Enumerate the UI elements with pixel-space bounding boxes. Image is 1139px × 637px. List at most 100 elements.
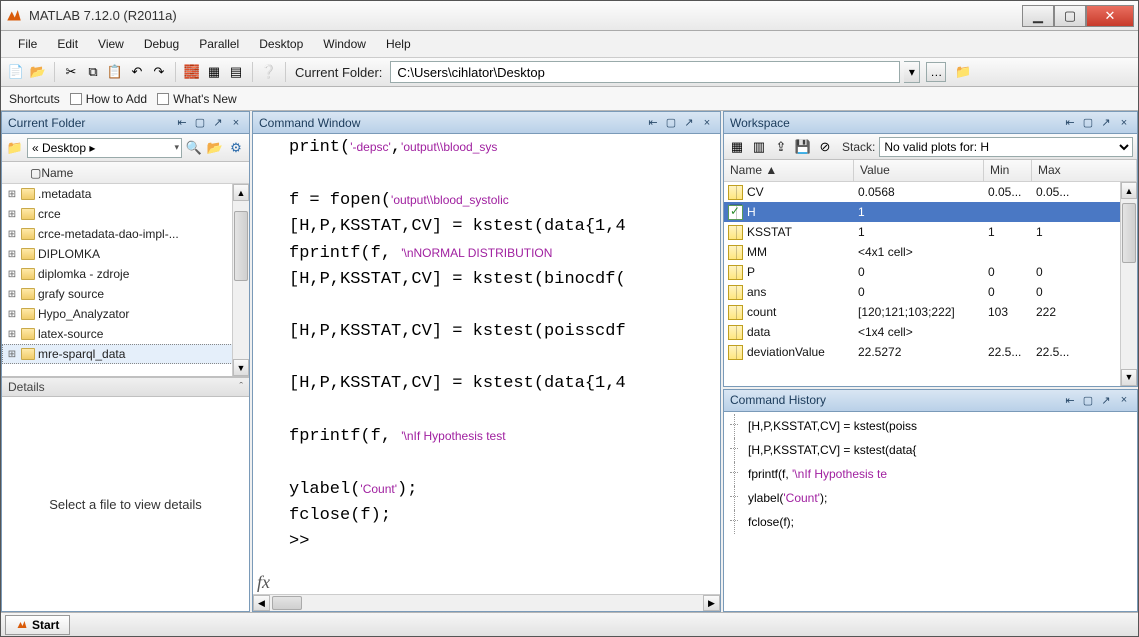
scroll-down-icon[interactable]: ▼ <box>233 359 249 376</box>
menu-view[interactable]: View <box>89 33 133 55</box>
expand-icon[interactable]: ⊞ <box>6 249 18 260</box>
expand-icon[interactable]: ⊞ <box>6 229 18 240</box>
expand-icon[interactable]: ⊞ <box>6 309 18 320</box>
guide-icon[interactable]: ▦ <box>205 63 223 81</box>
folder-up-icon[interactable]: 📁 <box>6 139 24 157</box>
pane-maximize-icon[interactable]: ▢ <box>193 116 207 130</box>
expand-icon[interactable]: ⊞ <box>6 289 18 300</box>
expand-icon[interactable]: ⊞ <box>6 329 18 340</box>
pane-close-icon[interactable]: × <box>229 116 243 130</box>
gear-icon[interactable]: ⚙ <box>227 139 245 157</box>
workspace-row[interactable]: ans000 <box>724 282 1137 302</box>
expand-icon[interactable]: ⊞ <box>6 349 18 360</box>
menu-window[interactable]: Window <box>314 33 375 55</box>
menu-parallel[interactable]: Parallel <box>190 33 248 55</box>
tree-row[interactable]: ⊞diplomka - zdroje <box>2 264 249 284</box>
workspace-row[interactable]: CV0.05680.05...0.05... <box>724 182 1137 202</box>
tree-row[interactable]: ⊞Hypo_Analyzator <box>2 304 249 324</box>
expand-icon[interactable]: ⊞ <box>6 269 18 280</box>
workspace-row[interactable]: H1 <box>724 202 1137 222</box>
ws-header-min[interactable]: Min <box>984 160 1032 181</box>
scroll-up-icon[interactable]: ▲ <box>233 184 249 201</box>
tree-row[interactable]: ⊞DIPLOMKA <box>2 244 249 264</box>
folder-actions-icon[interactable]: 📂 <box>206 139 224 157</box>
ws-header-name[interactable]: Name ▲ <box>724 160 854 181</box>
open-var-icon[interactable]: ▥ <box>750 138 768 156</box>
menu-file[interactable]: File <box>9 33 46 55</box>
new-var-icon[interactable]: ▦ <box>728 138 746 156</box>
tree-scrollbar[interactable]: ▲ ▼ <box>232 184 249 376</box>
tree-row[interactable]: ⊞latex-source <box>2 324 249 344</box>
workspace-row[interactable]: KSSTAT111 <box>724 222 1137 242</box>
pane-undock-icon[interactable]: ↗ <box>682 116 696 130</box>
menu-debug[interactable]: Debug <box>135 33 188 55</box>
search-icon[interactable]: 🔍 <box>185 139 203 157</box>
clear-ws-icon[interactable]: ⊘ <box>816 138 834 156</box>
command-window-hscroll[interactable]: ◀ ▶ <box>253 594 720 611</box>
paste-icon[interactable]: 📋 <box>106 63 124 81</box>
plot-select[interactable]: No valid plots for: H <box>879 137 1133 157</box>
tree-row[interactable]: ⊞mre-sparql_data <box>2 344 249 364</box>
workspace-row[interactable]: count[120;121;103;222]103222 <box>724 302 1137 322</box>
expand-icon[interactable]: ⊞ <box>6 209 18 220</box>
start-button[interactable]: Start <box>5 615 70 635</box>
browse-folder-button[interactable]: … <box>926 62 946 82</box>
save-ws-icon[interactable]: 💾 <box>794 138 812 156</box>
current-folder-breadcrumb[interactable]: « Desktop ▸▾ <box>27 138 182 158</box>
details-header[interactable]: Detailsˆ <box>2 377 249 397</box>
pane-maximize-icon[interactable]: ▢ <box>1081 393 1095 407</box>
menu-help[interactable]: Help <box>377 33 420 55</box>
tree-row[interactable]: ⊞.metadata <box>2 184 249 204</box>
shortcut-how-to-add[interactable]: How to Add <box>70 92 147 106</box>
window-minimize-button[interactable]: ▁ <box>1022 5 1054 27</box>
copy-icon[interactable]: ⧉ <box>84 63 102 81</box>
open-folder-icon[interactable]: 📂 <box>29 63 47 81</box>
workspace-row[interactable]: data<1x4 cell> <box>724 322 1137 342</box>
pane-minimize-icon[interactable]: ⇤ <box>1063 116 1077 130</box>
tree-header-name[interactable]: ▢ Name <box>2 162 249 184</box>
expand-icon[interactable]: ⊞ <box>6 189 18 200</box>
command-window-body[interactable]: print('-depsc','output\\blood_sys f = fo… <box>253 134 720 611</box>
profiler-icon[interactable]: ▤ <box>227 63 245 81</box>
shortcut-whats-new[interactable]: What's New <box>157 92 237 106</box>
pane-minimize-icon[interactable]: ⇤ <box>175 116 189 130</box>
window-close-button[interactable]: ✕ <box>1086 5 1134 27</box>
workspace-scrollbar[interactable]: ▲ ▼ <box>1120 182 1137 386</box>
scroll-down-icon[interactable]: ▼ <box>1121 369 1137 386</box>
help-icon[interactable]: ❔ <box>260 63 278 81</box>
undo-icon[interactable]: ↶ <box>128 63 146 81</box>
simulink-icon[interactable]: 🧱 <box>183 63 201 81</box>
new-file-icon[interactable]: 📄 <box>7 63 25 81</box>
parent-folder-icon[interactable]: 📁 <box>954 63 972 81</box>
pane-close-icon[interactable]: × <box>1117 393 1131 407</box>
workspace-row[interactable]: deviationValue22.527222.5...22.5... <box>724 342 1137 362</box>
pane-minimize-icon[interactable]: ⇤ <box>1063 393 1077 407</box>
scroll-left-icon[interactable]: ◀ <box>253 595 270 611</box>
fx-prompt-icon[interactable]: fx <box>257 572 270 593</box>
pane-undock-icon[interactable]: ↗ <box>211 116 225 130</box>
workspace-row[interactable]: MM<4x1 cell> <box>724 242 1137 262</box>
ws-header-value[interactable]: Value <box>854 160 984 181</box>
tree-row[interactable]: ⊞grafy source <box>2 284 249 304</box>
scroll-up-icon[interactable]: ▲ <box>1121 182 1137 199</box>
pane-maximize-icon[interactable]: ▢ <box>1081 116 1095 130</box>
current-folder-input[interactable] <box>390 61 900 83</box>
pane-maximize-icon[interactable]: ▢ <box>664 116 678 130</box>
pane-undock-icon[interactable]: ↗ <box>1099 393 1113 407</box>
ws-header-max[interactable]: Max <box>1032 160 1137 181</box>
command-history-body[interactable]: [H,P,KSSTAT,CV] = kstest(poiss[H,P,KSSTA… <box>724 412 1137 611</box>
scroll-right-icon[interactable]: ▶ <box>703 595 720 611</box>
window-maximize-button[interactable]: ▢ <box>1054 5 1086 27</box>
pane-close-icon[interactable]: × <box>1117 116 1131 130</box>
redo-icon[interactable]: ↷ <box>150 63 168 81</box>
import-icon[interactable]: ⇪ <box>772 138 790 156</box>
menu-desktop[interactable]: Desktop <box>250 33 312 55</box>
menu-edit[interactable]: Edit <box>48 33 87 55</box>
pane-close-icon[interactable]: × <box>700 116 714 130</box>
cut-icon[interactable]: ✂ <box>62 63 80 81</box>
current-folder-dropdown[interactable]: ▾ <box>904 61 920 83</box>
workspace-row[interactable]: P000 <box>724 262 1137 282</box>
tree-row[interactable]: ⊞crce <box>2 204 249 224</box>
pane-minimize-icon[interactable]: ⇤ <box>646 116 660 130</box>
pane-undock-icon[interactable]: ↗ <box>1099 116 1113 130</box>
